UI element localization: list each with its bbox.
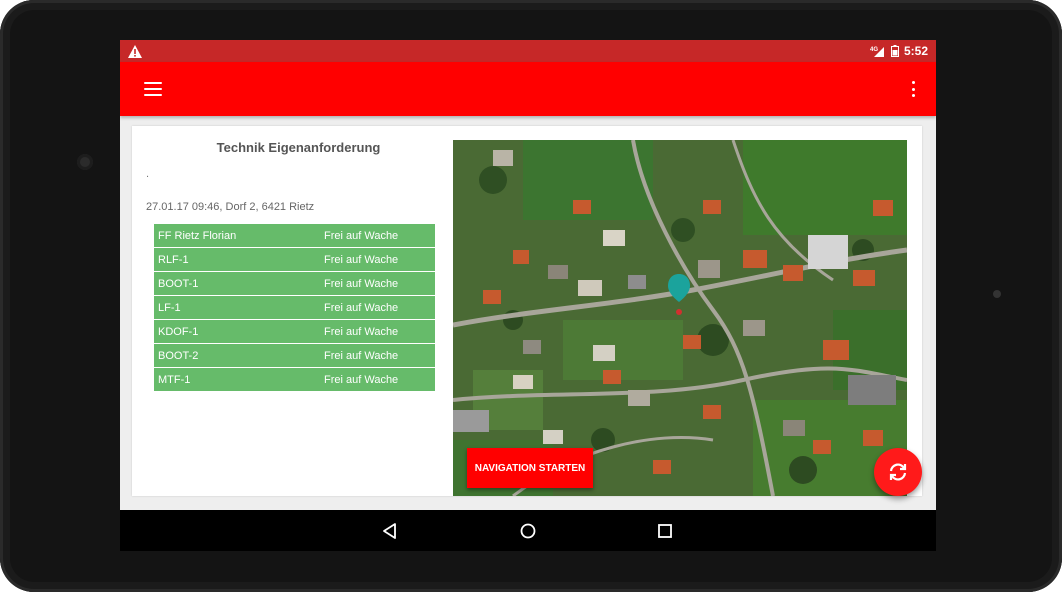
system-nav-bar: [120, 510, 936, 551]
unit-name: MTF-1: [158, 373, 191, 386]
unit-status: Frei auf Wache: [324, 373, 399, 386]
status-time: 5:52: [903, 44, 928, 58]
panel-title: Technik Eigenanforderung: [216, 140, 381, 155]
table-row[interactable]: MTF-1 Frei auf Wache: [154, 368, 435, 392]
warning-icon: [128, 44, 142, 58]
units-table: FF Rietz Florian Frei auf Wache RLF-1 Fr…: [154, 224, 435, 392]
table-row[interactable]: FF Rietz Florian Frei auf Wache: [154, 224, 435, 248]
unit-status: Frei auf Wache: [324, 277, 399, 290]
unit-name: RLF-1: [158, 253, 189, 266]
table-row[interactable]: BOOT-1 Frei auf Wache: [154, 272, 435, 296]
unit-status: Frei auf Wache: [324, 325, 399, 338]
back-icon[interactable]: [360, 510, 420, 551]
map-imagery: [453, 140, 907, 496]
alarm-info: 27.01.17 09:46, Dorf 2, 6421 Rietz: [146, 201, 315, 213]
unit-status: Frei auf Wache: [324, 349, 399, 362]
unit-name: FF Rietz Florian: [158, 229, 237, 242]
table-row[interactable]: BOOT-2 Frei auf Wache: [154, 344, 435, 368]
unit-status: Frei auf Wache: [324, 253, 399, 266]
navigation-start-button[interactable]: NAVIGATION STARTEN: [467, 448, 593, 488]
sensor-dot: [993, 290, 1001, 298]
status-right: 4G 5:52: [870, 44, 928, 58]
table-row[interactable]: LF-1 Frei auf Wache: [154, 296, 435, 320]
network-label: 4G: [870, 47, 878, 53]
satellite-map[interactable]: NAVIGATION STARTEN: [453, 140, 907, 496]
more-vert-icon[interactable]: [910, 81, 916, 97]
status-bar: 4G 5:52: [120, 40, 936, 62]
camera-icon: [77, 154, 93, 170]
alarm-panel: Technik Eigenanforderung . 27.01.17 09:4…: [132, 126, 453, 496]
refresh-button[interactable]: [874, 448, 922, 496]
panel-dot: .: [146, 168, 150, 180]
table-row[interactable]: RLF-1 Frei auf Wache: [154, 248, 435, 272]
unit-name: LF-1: [158, 301, 181, 314]
battery-icon: [890, 45, 899, 57]
unit-status: Frei auf Wache: [324, 229, 399, 242]
home-icon[interactable]: [498, 510, 558, 551]
unit-status: Frei auf Wache: [324, 301, 399, 314]
unit-name: BOOT-1: [158, 277, 199, 290]
screen: 4G 5:52 Technik Eigenanforderung . 27.01…: [120, 40, 936, 551]
refresh-icon: [889, 463, 907, 481]
content-card: Technik Eigenanforderung . 27.01.17 09:4…: [132, 126, 922, 496]
map-marker-icon[interactable]: [667, 274, 691, 316]
tablet-frame: 4G 5:52 Technik Eigenanforderung . 27.01…: [0, 0, 1062, 592]
app-bar: [120, 62, 936, 116]
table-row[interactable]: KDOF-1 Frei auf Wache: [154, 320, 435, 344]
menu-icon[interactable]: [144, 82, 162, 96]
recents-icon[interactable]: [635, 510, 695, 551]
unit-name: BOOT-2: [158, 349, 199, 362]
unit-name: KDOF-1: [158, 325, 199, 338]
signal-icon: 4G: [870, 45, 886, 57]
